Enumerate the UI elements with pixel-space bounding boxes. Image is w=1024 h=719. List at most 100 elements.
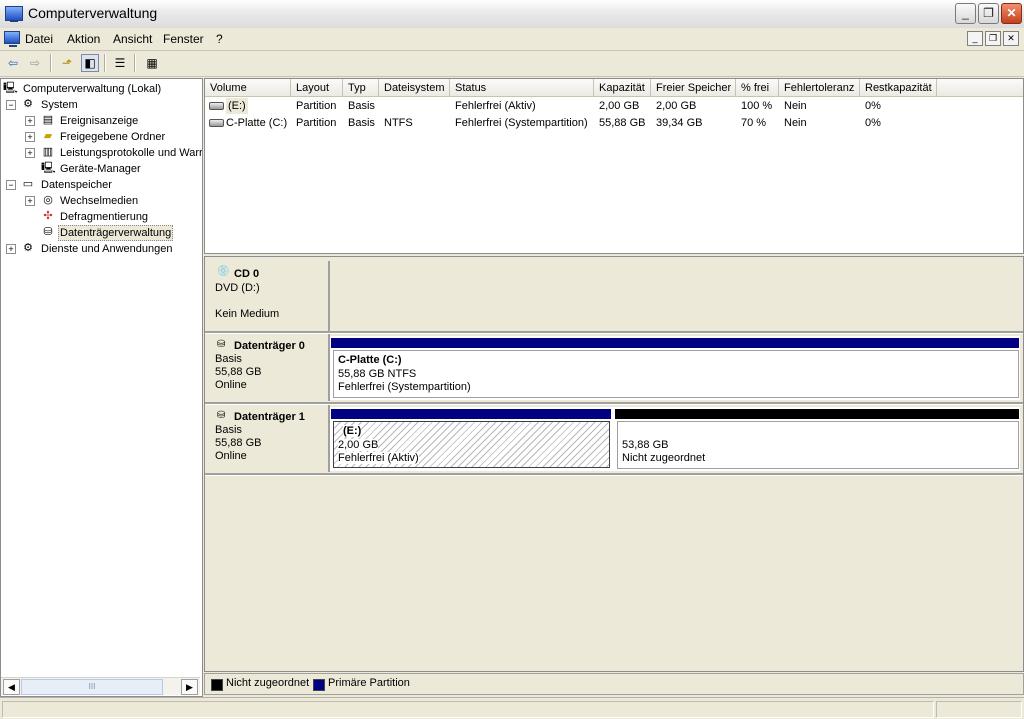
scroll-thumb[interactable]: III: [21, 679, 163, 695]
show-hide-tree-icon[interactable]: ◧: [81, 54, 99, 72]
expand-icon[interactable]: +: [25, 116, 35, 126]
toolbar-separator: [50, 54, 52, 72]
legend: Nicht zugeordnet Primäre Partition: [204, 673, 1024, 695]
child-minimize-button[interactable]: _: [967, 31, 983, 46]
tree-item-label: Defragmentierung: [60, 211, 149, 223]
toolbar-separator: [134, 54, 136, 72]
toolbar: ⇦ ⇨ ⬏ ◧ ☰ ▦: [0, 51, 1024, 77]
properties-icon[interactable]: ☰: [111, 54, 129, 72]
legend-primary: Primäre Partition: [328, 677, 410, 689]
services-applications-icon: ⚙: [23, 242, 33, 254]
disk-label-cd0[interactable]: 💿 CD 0 DVD (D:) Kein Medium: [207, 261, 330, 331]
partition-c[interactable]: C-Platte (C:) 55,88 GB NTFS Fehlerfrei (…: [333, 350, 1019, 398]
menu-aktion[interactable]: Aktion: [67, 32, 100, 46]
menu-datei[interactable]: Datei: [25, 32, 53, 46]
disk-name: Datenträger 1: [234, 411, 305, 423]
tree-item-label: Datenträgerverwaltung: [58, 225, 174, 241]
cell-prozent-frei: 100 %: [741, 100, 773, 112]
disk-size: 55,88 GB: [215, 366, 262, 378]
cell-volume: C-Platte (C:): [226, 117, 288, 129]
cell-kapazitaet: 2,00 GB: [599, 100, 640, 112]
cell-fehlertoleranz: Nein: [784, 100, 807, 112]
cell-restkapazitaet: 0%: [865, 100, 881, 112]
disk-type: Basis: [215, 424, 242, 436]
column-header-prozent-frei[interactable]: % frei: [736, 79, 779, 97]
disk-label-disk0[interactable]: ⛁ Datenträger 0 Basis 55,88 GB Online: [207, 334, 330, 401]
shared-folder-icon: ▰: [43, 130, 53, 142]
menu-help[interactable]: ?: [216, 32, 223, 46]
collapse-icon[interactable]: −: [6, 100, 16, 110]
up-folder-icon[interactable]: ⬏: [58, 54, 76, 72]
unallocated-space[interactable]: 53,88 GB Nicht zugeordnet: [617, 421, 1019, 469]
column-header-freier-speicher[interactable]: Freier Speicher: [651, 79, 736, 97]
cell-status: Fehlerfrei (Aktiv): [455, 100, 536, 112]
expand-icon[interactable]: +: [25, 196, 35, 206]
column-header-status[interactable]: Status: [450, 79, 594, 97]
mmc-document-icon: [4, 31, 20, 47]
cell-typ: Basis: [348, 117, 375, 129]
partition-size: 55,88 GB NTFS: [338, 368, 417, 380]
tree-item-label: Leistungsprotokolle und Warr: [60, 147, 203, 159]
primary-partition-bar: [331, 409, 611, 419]
expand-icon[interactable]: +: [25, 148, 35, 158]
cell-typ: Basis: [348, 100, 375, 112]
partition-status: Fehlerfrei (Systempartition): [338, 381, 471, 393]
performance-logs-icon: ▥: [42, 146, 54, 158]
forward-icon[interactable]: ⇨: [26, 54, 44, 72]
event-viewer-icon: ▤: [42, 114, 54, 126]
disk-name: Datenträger 0: [234, 340, 305, 352]
system-tools-icon: ⚙: [23, 98, 33, 110]
table-row[interactable]: (E:) Partition Basis Fehlerfrei (Aktiv) …: [205, 98, 1023, 114]
primary-swatch: [313, 679, 325, 691]
disk-type: DVD (D:): [215, 282, 260, 294]
expand-icon[interactable]: +: [25, 132, 35, 142]
column-header-volume[interactable]: Volume: [205, 79, 291, 97]
menu-ansicht[interactable]: Ansicht: [113, 32, 152, 46]
minimize-button[interactable]: _: [955, 3, 976, 24]
scroll-right-icon[interactable]: ▶: [181, 679, 198, 695]
tree-item-label: Computerverwaltung (Lokal): [23, 83, 162, 95]
back-icon[interactable]: ⇦: [4, 54, 22, 72]
tree-item-label: Freigegebene Ordner: [60, 131, 166, 143]
unallocated-bar: [615, 409, 1019, 419]
cell-fehlertoleranz: Nein: [784, 117, 807, 129]
disk-management-icon: ⛁: [43, 226, 53, 238]
cdrom-icon: 💿: [217, 266, 230, 277]
column-header-restkapazitaet[interactable]: Restkapazität: [860, 79, 937, 97]
close-button[interactable]: ✕: [1001, 3, 1022, 24]
computer-management-icon: [5, 6, 23, 22]
tree-item-label: Geräte-Manager: [60, 163, 141, 175]
tree-item-label: Wechselmedien: [60, 195, 139, 207]
primary-partition-bar: [331, 338, 1019, 348]
disk-state: Online: [215, 379, 247, 391]
help-icon[interactable]: ▦: [143, 54, 161, 72]
child-close-button[interactable]: ✕: [1003, 31, 1019, 46]
cell-layout: Partition: [296, 100, 337, 112]
tree-horizontal-scrollbar[interactable]: ◀ III ▶: [1, 677, 200, 695]
expand-icon[interactable]: +: [6, 244, 16, 254]
cell-restkapazitaet: 0%: [865, 117, 881, 129]
column-header-dateisystem[interactable]: Dateisystem: [379, 79, 450, 97]
tree-item-label: Datenspeicher: [41, 179, 112, 191]
column-header-filler: [937, 79, 1023, 97]
scroll-left-icon[interactable]: ◀: [3, 679, 20, 695]
disk-graphical-view: 💿 CD 0 DVD (D:) Kein Medium ⛁ Datenträge…: [204, 256, 1024, 672]
partition-e[interactable]: (E:) 2,00 GB Fehlerfrei (Aktiv): [333, 421, 610, 468]
cell-status: Fehlerfrei (Systempartition): [455, 117, 588, 129]
collapse-icon[interactable]: −: [6, 180, 16, 190]
restore-button[interactable]: ❐: [978, 3, 999, 24]
table-row[interactable]: C-Platte (C:) Partition Basis NTFS Fehle…: [205, 115, 1023, 131]
disk-label-disk1[interactable]: ⛁ Datenträger 1 Basis 55,88 GB Online: [207, 405, 330, 472]
column-header-fehlertoleranz[interactable]: Fehlertoleranz: [779, 79, 860, 97]
column-header-typ[interactable]: Typ: [343, 79, 379, 97]
status-panel: [2, 701, 934, 718]
cell-freier-speicher: 2,00 GB: [656, 100, 697, 112]
menu-fenster[interactable]: Fenster: [163, 32, 204, 46]
partition-status: Fehlerfrei (Aktiv): [338, 452, 419, 464]
toolbar-separator: [104, 54, 106, 72]
disk-type: Basis: [215, 353, 242, 365]
column-header-layout[interactable]: Layout: [291, 79, 343, 97]
child-restore-button[interactable]: ❐: [985, 31, 1001, 46]
column-header-kapazitaet[interactable]: Kapazität: [594, 79, 651, 97]
status-bar: [0, 697, 1024, 719]
